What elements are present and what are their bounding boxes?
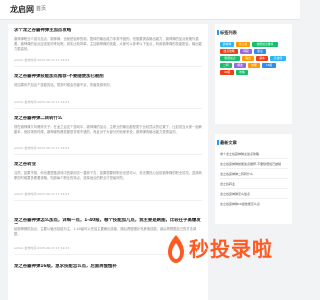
- tag-link[interactable]: 副本: [256, 56, 268, 61]
- tag-link[interactable]: 竞技场: [270, 56, 286, 61]
- article-title[interactable]: 龙之谷霸神弹技能加点推荐-不要随便加已被削: [14, 74, 202, 80]
- article-item: 求个龙之谷霸神弹主加点攻略 霸神弹职业介绍与加点，霸神弹，也就是俗称的炮，整体的…: [8, 24, 208, 52]
- tag-link[interactable]: 技能加点推荐: [252, 42, 278, 47]
- tag-link[interactable]: 龙之谷: [236, 42, 250, 47]
- article-meta: admin 发布时间:2025-06-13 17:14:03: [14, 246, 70, 250]
- latest-article-link[interactable]: 龙之谷霸神弹技能加点推荐-不要随便加已被削: [220, 162, 288, 166]
- tag-link[interactable]: 职业: [254, 49, 266, 54]
- watermark-text: 秒投录啦: [189, 237, 273, 261]
- list-divider: [220, 158, 288, 159]
- tag-link[interactable]: 霸神弹: [220, 42, 234, 47]
- list-divider: [220, 168, 288, 169]
- article-excerpt: 现在霸神弹又叫爆炸天子。在龙之谷这个游戏中，霸神弹的加点，主职业的输出都是属于比…: [14, 125, 202, 134]
- tag-link[interactable]: 刷图加点: [220, 56, 240, 61]
- heading-accent-bar: [217, 30, 219, 35]
- article-title[interactable]: 龙之谷霸神弹二转转什么: [14, 116, 202, 122]
- latest-article-link[interactable]: 龙之谷转业: [220, 182, 288, 186]
- tag-link[interactable]: 攻略: [236, 70, 248, 75]
- article-divider: [14, 108, 202, 109]
- tag-link[interactable]: 加点攻略: [220, 49, 238, 54]
- article-item: 龙之谷转业 当然，如果不想，你也要遵循游戏中的原则去一直转下去，如果想要转职业也…: [8, 158, 208, 181]
- latest-article-link[interactable]: 龙之谷霸神弹怎么加点: [220, 192, 288, 196]
- article-meta: admin 发布时间:2025-06-13 17:14:03: [14, 100, 70, 104]
- latest-article-link[interactable]: 龙之谷霸神弹二转转什么: [220, 172, 288, 176]
- latest-article-link[interactable]: 求个龙之谷霸神弹主加点攻略: [220, 152, 288, 156]
- tag-link[interactable]: 16级: [262, 63, 276, 68]
- latest-articles-panel: 最新文章 求个龙之谷霸神弹主加点攻略 龙之谷霸神弹技能加点推荐-不要随便加已被削…: [215, 134, 292, 224]
- watermark-emblem-icon: [168, 235, 184, 263]
- latest-panel-title: 最新文章: [220, 140, 237, 145]
- tags-panel-title: 标签列表: [220, 30, 237, 35]
- article-divider: [14, 66, 202, 67]
- article-divider: [14, 154, 202, 155]
- site-logo[interactable]: 龙启网: [10, 4, 34, 15]
- top-navigation-bar: 龙启网 首页: [0, 0, 300, 20]
- tag-link[interactable]: 爆发: [234, 63, 246, 68]
- article-excerpt: 但如果你不加这个技能的话，很多时候会伤害不足，伤害是原来的。: [14, 83, 113, 87]
- article-divider: [14, 200, 202, 201]
- article-title[interactable]: 龙之谷霸神弹怎么加点，详细一点，1-40级，哪个技能加几点，我主要是刷图，比较在…: [14, 218, 202, 224]
- article-title[interactable]: 龙之谷转业: [14, 162, 202, 168]
- tags-panel: 标签列表 霸神弹 龙之谷 技能加点推荐加点攻略 转职 职业刷图加点 输出 副本 竞技场二转 爆发…: [215, 24, 292, 124]
- article-item: 龙之谷霸神弹二转转什么 现在霸神弹又叫爆炸天子。在龙之谷这个游戏中，霸神弹的加点…: [8, 112, 208, 135]
- tag-link[interactable]: 二转: [220, 63, 232, 68]
- heading-accent-bar: [217, 140, 219, 145]
- article-item: 龙之谷霸神弹技能加点推荐-不要随便加已被削 但如果你不加这个技能的话，很多时候会…: [8, 70, 208, 88]
- nav-home-link[interactable]: 首页: [36, 5, 46, 12]
- list-divider: [220, 178, 288, 179]
- list-divider: [220, 198, 288, 199]
- article-excerpt: 当然，如果不想，你也要遵循游戏中的原则去一直转下去，如果想要转职业也是可以，也无…: [14, 171, 202, 180]
- article-meta: admin 发布时间:2025-06-13 17:14:03: [14, 58, 70, 62]
- list-divider: [220, 188, 288, 189]
- tag-link[interactable]: 40级: [220, 70, 234, 75]
- tag-link[interactable]: 技能: [248, 63, 260, 68]
- latest-article-link[interactable]: 龙之谷霸神弹16级技能怎么点: [220, 202, 288, 206]
- tag-link[interactable]: 转职: [240, 49, 252, 54]
- article-excerpt: 霸神弹职业介绍与加点，霸神弹，也就是俗称的炮，整体的输出能力非常不错的。但想要提…: [14, 37, 202, 51]
- tag-link[interactable]: 输出: [242, 56, 254, 61]
- watermark-logo: 秒投录啦: [165, 232, 295, 268]
- article-title[interactable]: 求个龙之谷霸神弹主加点攻略: [14, 28, 202, 34]
- article-meta: admin 发布时间:2025-06-13 17:14:03: [14, 192, 70, 196]
- article-meta: admin 发布时间:2025-06-13 17:14:03: [14, 146, 70, 150]
